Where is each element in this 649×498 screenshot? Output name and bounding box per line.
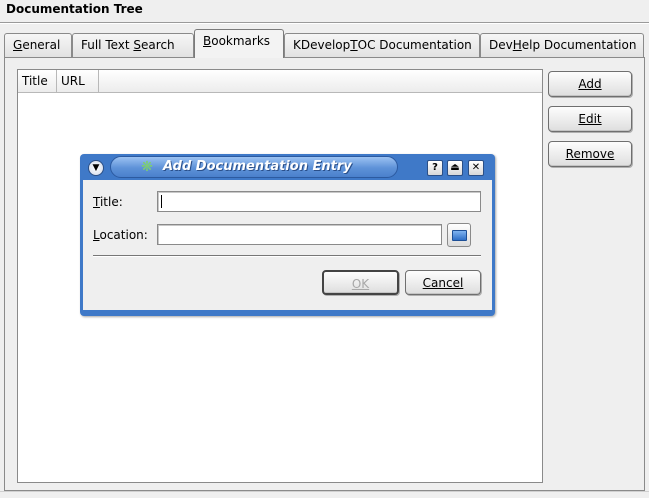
add-button-label: Add <box>578 77 602 91</box>
mnemonic-letter: B <box>203 34 212 48</box>
dialog-body: Title: Location: OK Cancel <box>83 180 492 310</box>
title-divider <box>0 22 649 24</box>
dialog-title-pill: ❋ Add Documentation Entry <box>110 156 398 178</box>
location-field-label: Location: <box>93 228 148 242</box>
add-documentation-entry-dialog: ▼ ❋ Add Documentation Entry ? ⏏ ✕ Title:… <box>80 154 495 316</box>
list-header: Title URL <box>18 70 542 93</box>
tab-kdeveloptoc-documentation[interactable]: KDevelopTOC Documentation <box>284 33 480 57</box>
dialog-titlebar[interactable]: ▼ ❋ Add Documentation Entry ? ⏏ ✕ <box>80 154 495 180</box>
gear-icon: ❋ <box>141 159 153 175</box>
page-title: Documentation Tree <box>6 2 143 16</box>
edit-button[interactable]: Edit <box>548 106 632 132</box>
mnemonic-letter: H <box>512 38 522 52</box>
location-field[interactable] <box>157 224 442 245</box>
cancel-button[interactable]: Cancel <box>405 270 481 295</box>
tab-bar: General Full Text Search Bookmarks KDeve… <box>4 29 644 58</box>
mnemonic-letter: S <box>133 38 142 52</box>
column-header-title[interactable]: Title <box>18 70 57 92</box>
column-header-url[interactable]: URL <box>57 70 99 92</box>
eject-icon[interactable]: ⏏ <box>447 160 463 176</box>
browse-button[interactable] <box>447 223 471 247</box>
text-caret <box>161 195 162 208</box>
cancel-button-label: Cancel <box>422 276 464 290</box>
help-icon[interactable]: ? <box>427 160 443 176</box>
dialog-title: Add Documentation Entry <box>163 159 352 174</box>
remove-button-label: Remove <box>565 147 615 161</box>
mnemonic-letter: G <box>13 38 23 52</box>
mnemonic-letter: L <box>93 228 100 242</box>
remove-button[interactable]: Remove <box>548 141 632 167</box>
tab-general[interactable]: General <box>4 33 72 57</box>
tab-devhelp-documentation[interactable]: DevHelp Documentation <box>480 33 644 57</box>
mnemonic-letter: T <box>93 195 100 209</box>
dialog-divider <box>93 255 481 257</box>
close-icon[interactable]: ✕ <box>468 160 484 176</box>
mnemonic-letter: T <box>350 38 358 52</box>
tab-full-text-search[interactable]: Full Text Search <box>72 33 194 57</box>
ok-button-label: OK <box>351 277 370 291</box>
title-field[interactable] <box>157 191 481 212</box>
folder-open-icon <box>452 230 467 241</box>
chevron-down-icon[interactable]: ▼ <box>88 160 104 176</box>
ok-button[interactable]: OK <box>322 270 399 295</box>
add-button[interactable]: Add <box>548 71 632 97</box>
tab-bookmarks[interactable]: Bookmarks <box>194 29 284 58</box>
edit-button-label: Edit <box>578 112 602 126</box>
bottom-divider <box>0 491 649 492</box>
title-field-label: Title: <box>93 195 123 209</box>
